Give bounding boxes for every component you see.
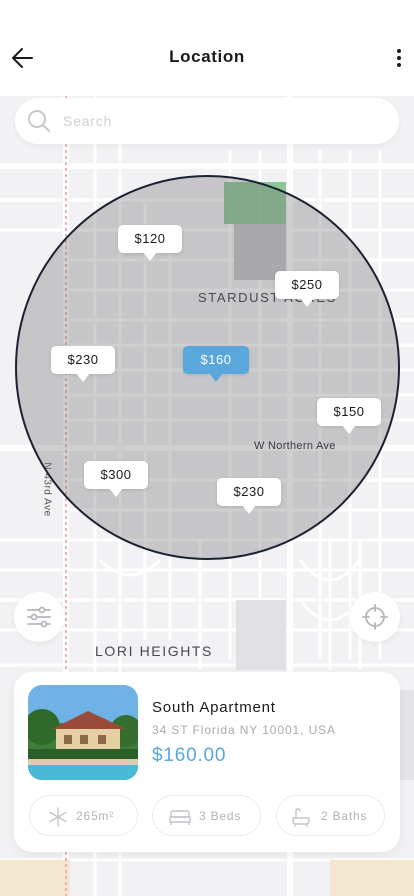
filter-button[interactable] [14, 592, 64, 642]
price-pin[interactable]: $230 [217, 478, 281, 514]
more-vertical-icon [397, 49, 401, 67]
more-options-button[interactable] [392, 44, 406, 72]
locate-me-button[interactable] [350, 592, 400, 642]
baths-chip: 2 Baths [276, 795, 385, 836]
search-icon [28, 110, 50, 132]
bathtub-icon [292, 808, 310, 827]
listing-name: South Apartment [152, 699, 276, 716]
area-value: 265m² [76, 809, 115, 823]
area-label-lori-heights: LORI HEIGHTS [95, 643, 213, 659]
price-pin[interactable]: $150 [317, 398, 381, 434]
price-pin-selected[interactable]: $160 [183, 346, 249, 382]
crosshair-icon [362, 604, 388, 630]
price-pin[interactable]: $250 [275, 271, 339, 307]
listing-address: 34 ST Florida NY 10001, USA [152, 723, 336, 737]
street-label-horizontal: W Northern Ave [254, 440, 336, 452]
sliders-icon [27, 606, 51, 628]
price-pin[interactable]: $230 [51, 346, 115, 382]
house-photo [28, 685, 138, 780]
top-app-bar: Location [0, 0, 414, 96]
baths-value: 2 Baths [321, 809, 368, 823]
page-title: Location [169, 47, 245, 66]
beds-value: 3 Beds [199, 809, 242, 823]
price-pin[interactable]: $300 [84, 461, 148, 497]
area-chip: 265m² [29, 795, 138, 836]
snowflake-area-icon [49, 807, 67, 827]
bed-icon [169, 810, 191, 825]
beds-chip: 3 Beds [152, 795, 261, 836]
listing-price: $160.00 [152, 745, 227, 766]
listing-photo [28, 685, 138, 780]
listing-card[interactable]: South Apartment 34 ST Florida NY 10001, … [14, 672, 400, 852]
price-pin[interactable]: $120 [118, 225, 182, 261]
search-input[interactable] [63, 106, 383, 136]
search-bar [15, 98, 399, 144]
